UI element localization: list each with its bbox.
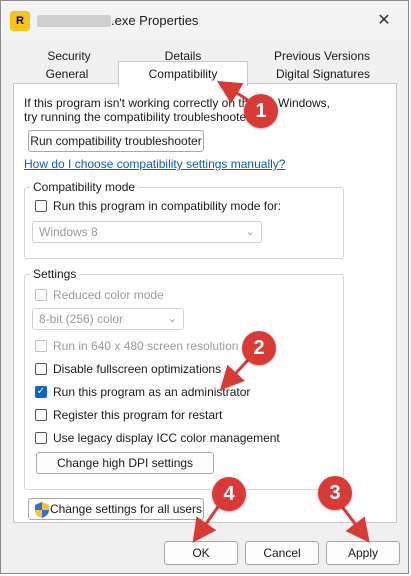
- annotation-badge-1: 1: [244, 94, 278, 128]
- compat-os-select[interactable]: Windows 8 ⌄: [32, 221, 262, 243]
- change-all-users-button[interactable]: Change settings for all users: [28, 498, 204, 520]
- compatibility-panel: If this program isn't working correctly …: [13, 83, 397, 523]
- close-icon[interactable]: ✕: [372, 9, 396, 33]
- compat-os-value: Windows 8: [39, 225, 98, 239]
- run-as-admin-label: Run this program as an administrator: [53, 385, 251, 399]
- run-640-checkbox[interactable]: [35, 340, 47, 352]
- legacy-icc-checkbox[interactable]: [35, 432, 47, 444]
- manual-settings-link[interactable]: How do I choose compatibility settings m…: [24, 157, 285, 171]
- color-depth-value: 8-bit (256) color: [39, 312, 124, 326]
- register-restart-checkbox[interactable]: [35, 409, 47, 421]
- intro-text-end: Windows,: [278, 96, 331, 110]
- tab-security[interactable]: Security: [19, 47, 119, 65]
- disable-fullscreen-checkbox[interactable]: [35, 363, 47, 375]
- legacy-icc-label: Use legacy display ICC color management: [53, 431, 280, 445]
- intro-text-start: If this program isn't working correctly …: [24, 96, 274, 110]
- reduced-color-checkbox[interactable]: [35, 289, 47, 301]
- cancel-button[interactable]: Cancel: [245, 541, 319, 565]
- redacted-filename: [37, 15, 111, 27]
- color-depth-select[interactable]: 8-bit (256) color ⌄: [32, 308, 184, 330]
- intro-text-line2: try running the compatibility troublesho…: [24, 110, 253, 124]
- change-dpi-button[interactable]: Change high DPI settings: [36, 452, 214, 474]
- chevron-down-icon: ⌄: [167, 313, 177, 325]
- disable-fullscreen-label: Disable fullscreen optimizations: [53, 362, 222, 376]
- ok-button[interactable]: OK: [164, 541, 238, 565]
- apply-button[interactable]: Apply: [326, 541, 400, 565]
- title-bar: R .exe Properties ✕: [1, 1, 408, 41]
- run-troubleshooter-button[interactable]: Run compatibility troubleshooter: [28, 130, 204, 152]
- annotation-badge-3: 3: [318, 476, 352, 510]
- run-640-label: Run in 640 x 480 screen resolution: [53, 339, 239, 353]
- change-all-users-label: Change settings for all users: [49, 502, 203, 516]
- tab-previous-versions[interactable]: Previous Versions: [247, 47, 397, 65]
- compatibility-mode-label: Compatibility mode: [30, 180, 139, 194]
- annotation-badge-2: 2: [242, 331, 276, 365]
- uac-shield-icon: [35, 502, 49, 518]
- tab-general[interactable]: General: [19, 65, 115, 83]
- tab-digital-signatures[interactable]: Digital Signatures: [249, 65, 397, 83]
- annotation-badge-4: 4: [212, 477, 246, 511]
- settings-label: Settings: [30, 267, 80, 281]
- compat-mode-checkbox-label: Run this program in compatibility mode f…: [53, 199, 282, 213]
- reduced-color-label: Reduced color mode: [53, 288, 164, 302]
- run-as-admin-checkbox[interactable]: ✓: [35, 386, 47, 398]
- window-title: .exe Properties: [111, 13, 199, 28]
- chevron-down-icon: ⌄: [245, 226, 255, 238]
- app-icon: R: [10, 11, 30, 31]
- register-restart-label: Register this program for restart: [53, 408, 223, 422]
- tab-compatibility[interactable]: Compatibility: [118, 61, 248, 86]
- compat-mode-checkbox[interactable]: [35, 200, 47, 212]
